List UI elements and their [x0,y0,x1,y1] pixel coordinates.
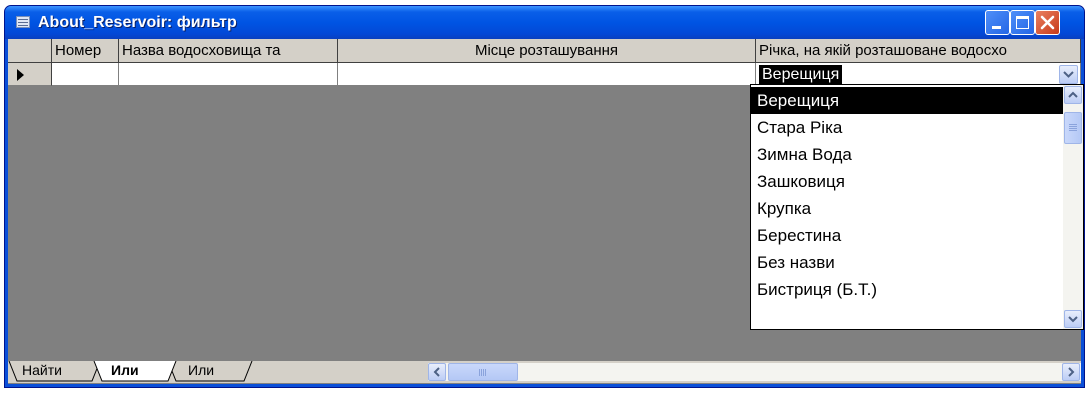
chevron-down-icon [1063,71,1074,78]
filter-cell-location[interactable] [338,63,756,86]
scroll-down-button[interactable] [1064,310,1082,328]
chevron-left-icon [433,367,440,377]
maximize-icon [1016,16,1029,29]
header-corner[interactable] [8,39,52,63]
datasheet-icon [16,16,30,28]
chevron-down-icon [1068,316,1078,323]
filter-combo-river[interactable]: Верещиця [756,63,1081,86]
scroll-left-button[interactable] [428,363,446,381]
column-header-number[interactable]: Номер [52,39,119,63]
filter-cell-reservoir-name[interactable] [119,63,338,86]
combo-dropdown-button[interactable] [1059,65,1078,84]
filter-row: Верещиця [8,63,1081,86]
dropdown-scroll-thumb[interactable] [1064,112,1082,144]
horizontal-scroll-thumb[interactable] [448,363,518,381]
chevron-right-icon [1068,367,1075,377]
maximize-button[interactable] [1010,10,1035,35]
tab-or-active[interactable]: Или [111,361,139,381]
scroll-up-button[interactable] [1064,86,1082,104]
dropdown-vertical-scrollbar[interactable] [1063,85,1083,329]
dropdown-item[interactable]: Зашковиця [751,168,1063,195]
title-bar[interactable]: About_Reservoir: фильтр [5,6,1084,39]
chevron-up-icon [1068,91,1078,98]
column-header-river[interactable]: Річка, на якій розташоване водосхо [756,39,1081,63]
record-selector[interactable] [8,63,52,86]
minimize-button[interactable] [985,10,1010,35]
dropdown-item[interactable]: Бистриця (Б.Т.) [751,276,1063,303]
close-icon [1040,15,1055,30]
dropdown-item[interactable]: Стара Ріка [751,114,1063,141]
record-selector-arrow-icon [17,69,24,81]
column-header-location[interactable]: Місце розташування [338,39,756,63]
filter-cell-number[interactable] [52,63,119,86]
dropdown-item[interactable]: Без назви [751,249,1063,276]
column-header-row: Номер Назва водосховища та Місце розташу… [8,39,1081,63]
dropdown-item[interactable]: Верещиця [751,87,1063,114]
tab-find[interactable]: Найти [22,361,62,381]
filter-combo-value[interactable]: Верещиця [759,65,843,84]
scroll-right-button[interactable] [1062,363,1080,381]
column-header-reservoir-name[interactable]: Назва водосховища та [119,39,338,63]
window-title: About_Reservoir: фильтр [38,14,237,31]
dropdown-item[interactable]: Берестина [751,222,1063,249]
minimize-icon [992,26,1001,29]
river-dropdown-list[interactable]: Верещиця Стара Ріка Зимна Вода Зашковиця… [750,84,1084,330]
dropdown-item[interactable]: Крупка [751,195,1063,222]
tab-or[interactable]: Или [188,361,214,381]
dropdown-item[interactable]: Зимна Вода [751,141,1063,168]
close-button[interactable] [1035,10,1060,35]
horizontal-scrollbar[interactable] [428,363,1081,381]
bottom-bar: Найти Или Или [8,361,1081,383]
